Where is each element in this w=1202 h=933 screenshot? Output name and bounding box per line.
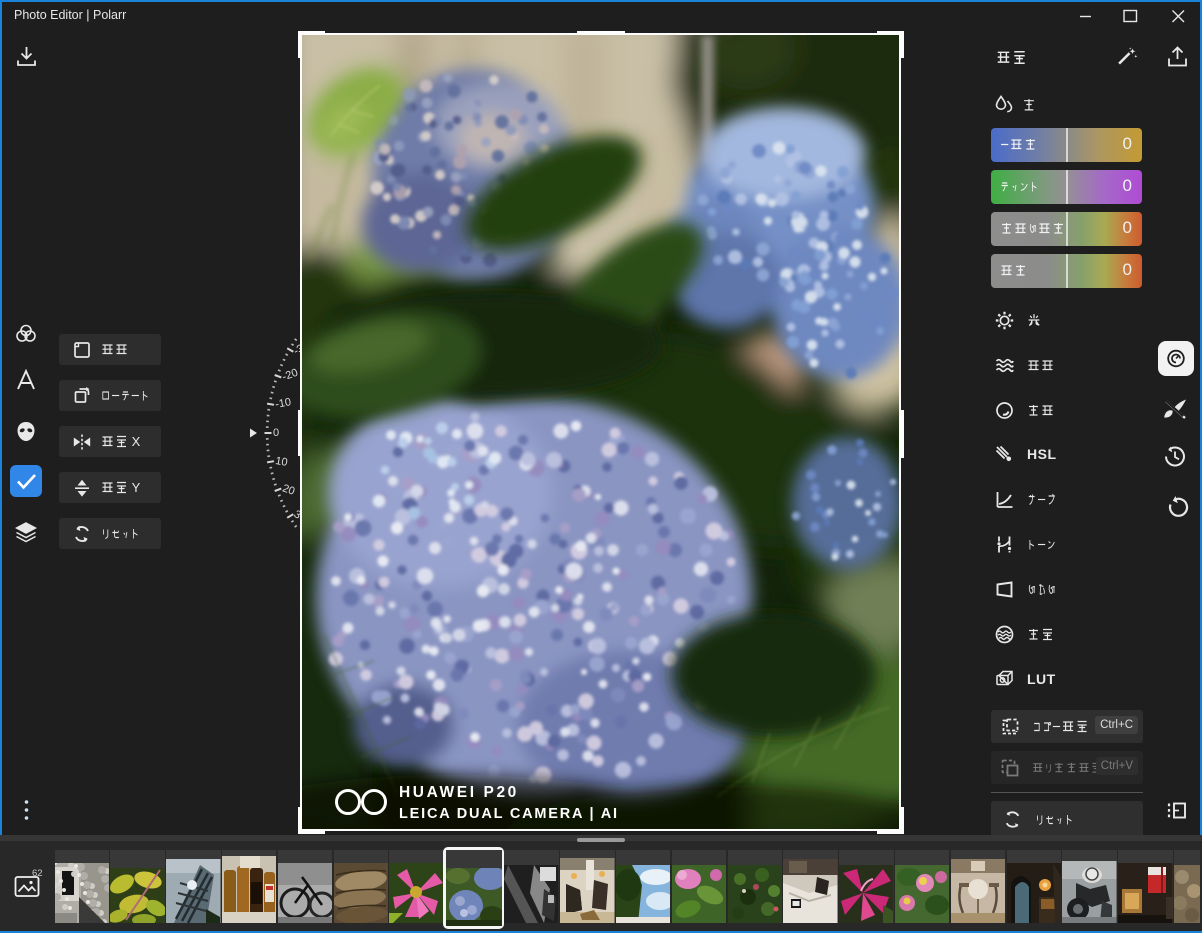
svg-text:-20: -20 [281,367,300,384]
svg-text:20: 20 [281,482,297,497]
svg-text:10: 10 [274,455,288,469]
svg-text:-10: -10 [274,396,292,411]
svg-text:0: 0 [273,427,279,439]
